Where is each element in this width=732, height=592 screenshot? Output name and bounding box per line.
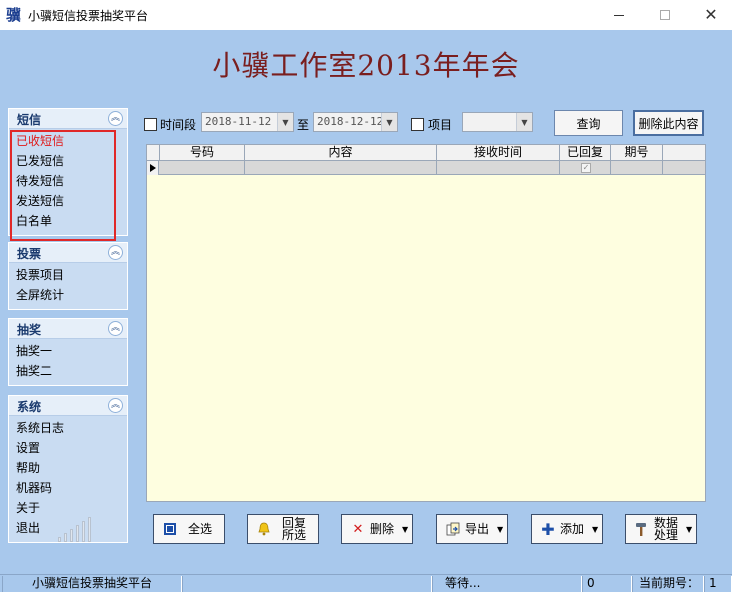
panel-header[interactable]: 短信 ︽: [9, 109, 127, 129]
date-from-value: 2018-11-12: [205, 115, 272, 128]
panel-title: 系统: [17, 400, 42, 414]
column-header-issue[interactable]: 期号: [611, 145, 663, 161]
date-from-picker[interactable]: 2018-11-12 ▼: [201, 112, 294, 132]
current-row-indicator-icon: [147, 161, 159, 175]
hammer-icon: [634, 521, 650, 537]
collapse-icon[interactable]: ︽: [108, 398, 123, 413]
replied-checkbox[interactable]: ✓: [581, 163, 591, 173]
delete-button[interactable]: ✕ 删除 ▼: [341, 514, 413, 544]
period-label: 时间段: [160, 118, 197, 132]
delete-content-button[interactable]: 删除此内容: [633, 110, 704, 136]
close-button[interactable]: ✕: [688, 0, 732, 30]
column-header-received-time[interactable]: 接收时间: [437, 145, 560, 161]
signal-strength-icon: [56, 514, 96, 542]
table-header: 号码 内容 接收时间 已回复 期号: [147, 145, 705, 161]
item-checkbox[interactable]: [411, 118, 424, 131]
bell-icon: [256, 521, 272, 537]
maximize-icon: [660, 10, 670, 20]
window-title: 小骥短信投票抽奖平台: [28, 9, 149, 23]
highlight-annotation: [10, 130, 116, 241]
minimize-button[interactable]: [596, 0, 642, 30]
delete-x-icon: ✕: [352, 521, 364, 537]
minimize-icon: [614, 14, 624, 16]
panel-header[interactable]: 抽奖 ︽: [9, 319, 127, 339]
panel-header[interactable]: 系统 ︽: [9, 396, 127, 416]
period-checkbox[interactable]: [144, 118, 157, 131]
status-blank: [182, 576, 432, 592]
sidebar-item-lottery-two[interactable]: 抽奖二: [9, 361, 127, 381]
date-to-value: 2018-12-12: [317, 115, 384, 128]
sidebar-item-settings[interactable]: 设置: [9, 438, 127, 458]
row-indicator-header: [147, 145, 160, 161]
status-count: 0: [582, 576, 632, 592]
reply-selected-button[interactable]: 回复 所选: [247, 514, 319, 544]
sidebar-item-system-log[interactable]: 系统日志: [9, 418, 127, 438]
item-label: 项目: [428, 118, 453, 132]
sidebar-item-machine-code[interactable]: 机器码: [9, 478, 127, 498]
panel-title: 短信: [17, 113, 42, 127]
to-label: 至: [297, 118, 310, 132]
status-bar: 小骥短信投票抽奖平台 等待... 0 当前期号： 1: [0, 574, 732, 592]
chevron-down-icon[interactable]: ▼: [381, 113, 397, 131]
select-all-icon: [162, 521, 178, 537]
chevron-down-icon[interactable]: ▼: [277, 113, 293, 131]
column-header-number[interactable]: 号码: [160, 145, 245, 161]
reply-selected-label: 回复 所选: [282, 516, 307, 542]
window-titlebar: 骥 小骥短信投票抽奖平台 ✕: [0, 0, 732, 30]
add-button[interactable]: ✚ 添加 ▼: [531, 514, 603, 544]
dropdown-arrow-icon[interactable]: ▼: [402, 525, 408, 534]
collapse-icon[interactable]: ︽: [108, 321, 123, 336]
export-icon: [445, 521, 461, 537]
date-to-picker[interactable]: 2018-12-12 ▼: [313, 112, 398, 132]
panel-title: 投票: [17, 247, 42, 261]
sidebar-item-help[interactable]: 帮助: [9, 458, 127, 478]
delete-label: 删除: [370, 522, 395, 536]
cell-issue[interactable]: [611, 161, 663, 175]
data-process-label: 数据 处理: [654, 516, 679, 542]
dropdown-arrow-icon[interactable]: ▼: [686, 525, 692, 534]
collapse-icon[interactable]: ︽: [108, 111, 123, 126]
column-header-content[interactable]: 内容: [245, 145, 437, 161]
status-current-issue-label: 当前期号：: [632, 576, 704, 592]
status-current-issue-value: 1: [704, 576, 732, 592]
panel-title: 抽奖: [17, 323, 42, 337]
data-process-button[interactable]: 数据 处理 ▼: [625, 514, 697, 544]
export-label: 导出: [465, 522, 490, 536]
dropdown-arrow-icon[interactable]: ▼: [592, 525, 598, 534]
select-all-label: 全选: [188, 522, 213, 536]
select-all-button[interactable]: 全选: [153, 514, 225, 544]
close-icon: ✕: [704, 5, 718, 24]
banner-title: 小骥工作室2013年年会: [212, 49, 520, 82]
item-select[interactable]: ▼: [462, 112, 533, 132]
sidebar-panel-vote: 投票 ︽ 投票项目 全屏统计: [8, 242, 128, 310]
app-logo-icon: 骥: [6, 6, 22, 24]
cell-replied[interactable]: ✓: [560, 161, 611, 175]
query-button[interactable]: 查询: [554, 110, 623, 136]
cell-number[interactable]: [160, 161, 245, 175]
cell-content[interactable]: [245, 161, 437, 175]
sidebar-item-lottery-one[interactable]: 抽奖一: [9, 341, 127, 361]
main-window: 小骥工作室2013年年会 短信 ︽ 已收短信 已发短信 待发短信 发送短信 白名…: [0, 30, 732, 574]
sidebar-item-vote-project[interactable]: 投票项目: [9, 265, 127, 285]
chevron-down-icon[interactable]: ▼: [516, 113, 532, 131]
add-label: 添加: [560, 522, 585, 536]
cell-received-time[interactable]: [437, 161, 560, 175]
maximize-button[interactable]: [642, 0, 688, 30]
status-app-name: 小骥短信投票抽奖平台: [2, 576, 182, 592]
dropdown-arrow-icon[interactable]: ▼: [497, 525, 503, 534]
table-row[interactable]: ✓: [147, 161, 705, 175]
status-text: 等待...: [432, 576, 582, 592]
column-header-replied[interactable]: 已回复: [560, 145, 611, 161]
panel-header[interactable]: 投票 ︽: [9, 243, 127, 263]
sms-table[interactable]: 号码 内容 接收时间 已回复 期号 ✓: [146, 144, 706, 502]
export-button[interactable]: 导出 ▼: [436, 514, 508, 544]
sidebar-panel-lottery: 抽奖 ︽ 抽奖一 抽奖二: [8, 318, 128, 386]
sidebar-item-fullscreen-stats[interactable]: 全屏统计: [9, 285, 127, 305]
plus-icon: ✚: [541, 519, 555, 539]
collapse-icon[interactable]: ︽: [108, 245, 123, 260]
